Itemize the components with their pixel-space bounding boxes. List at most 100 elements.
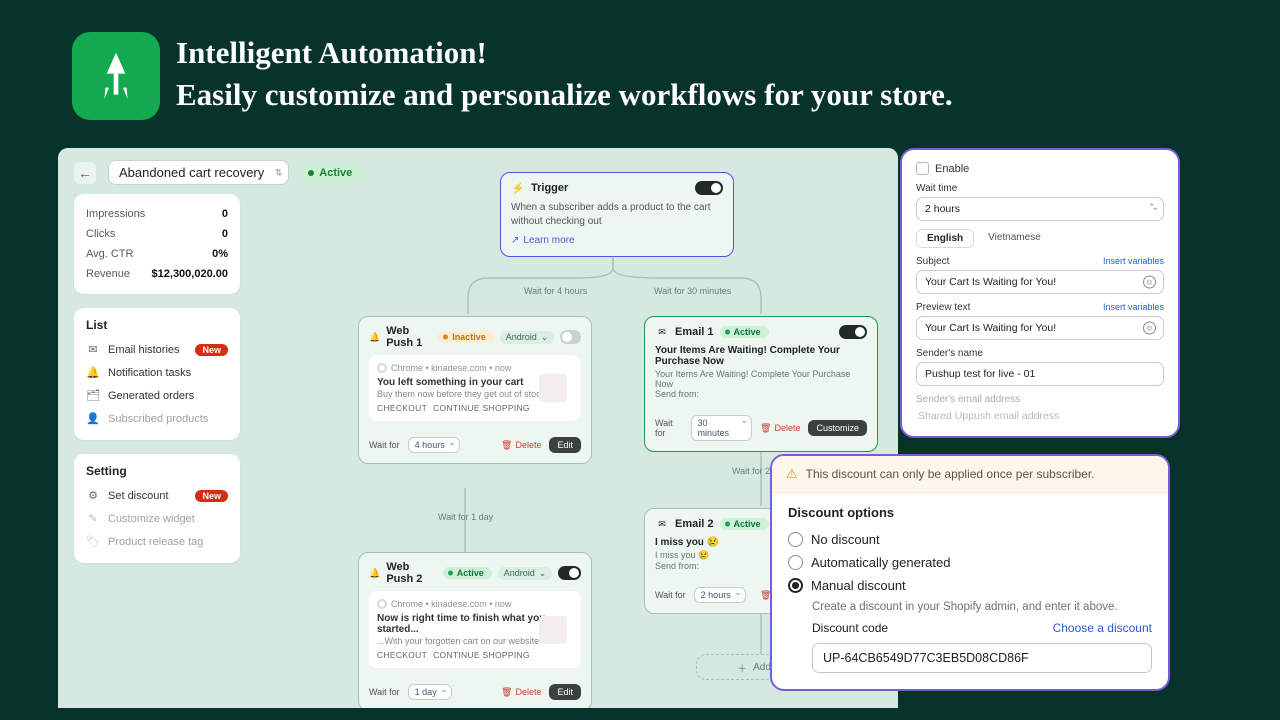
emoji-icon[interactable]: ☺ xyxy=(1143,322,1156,335)
link-label: Learn more xyxy=(523,235,574,246)
subject-input[interactable]: Your Cart Is Waiting for You!☺ xyxy=(916,270,1164,294)
discount-warning: ⚠This discount can only be applied once … xyxy=(772,456,1168,493)
stat-label: Avg. CTR xyxy=(86,248,133,260)
email-sender: Send from: xyxy=(655,389,867,399)
radio-icon xyxy=(788,578,803,593)
app-logo xyxy=(72,32,160,120)
banner-headline: Intelligent Automation! Easily customize… xyxy=(176,32,953,116)
sender-name-input[interactable]: Pushup test for live - 01 xyxy=(916,362,1164,386)
stat-label: Impressions xyxy=(86,208,145,220)
wait-label: Wait for xyxy=(655,590,686,600)
radio-manual-discount[interactable]: Manual discount xyxy=(788,574,1152,597)
delete-button[interactable]: 🗑Delete xyxy=(501,440,541,451)
node-webpush-2[interactable]: 🔔 Web Push 2 Active Android ⌄ Chrome • k… xyxy=(358,552,592,708)
wait-select[interactable]: 30 minutes xyxy=(691,415,753,441)
push-icon: 🔔 xyxy=(369,330,380,344)
delete-button[interactable]: 🗑Delete xyxy=(760,423,800,434)
sidebar-item-generated-orders[interactable]: 🗂Generated orders xyxy=(86,384,228,407)
chrome-icon xyxy=(377,363,387,373)
discount-code-input[interactable]: UP-64CB6549D77C3EB5D08CD86F xyxy=(812,643,1152,673)
customize-button[interactable]: Customize xyxy=(808,420,867,436)
sidebar-item-label: Email histories xyxy=(108,344,180,356)
sidebar-item-notification-tasks[interactable]: 🔔Notification tasks xyxy=(86,361,228,384)
node-title: Trigger xyxy=(531,182,568,194)
checkbox-icon[interactable] xyxy=(916,162,929,175)
node-email-1[interactable]: ✉ Email 1 Active Your Items Are Waiting!… xyxy=(644,316,878,452)
mail-icon: ✉ xyxy=(655,325,669,339)
preview-action[interactable]: CONTINUE SHOPPING xyxy=(433,650,530,660)
sidebar-item-product-release-tag[interactable]: 🏷Product release tag xyxy=(86,530,228,553)
push-preview: Chrome • kinadese.com • now Now is right… xyxy=(369,591,581,668)
toggle-webpush2[interactable] xyxy=(558,566,581,580)
insert-variables-link[interactable]: Insert variables xyxy=(1103,256,1164,266)
stat-value: $12,300,020.00 xyxy=(152,268,228,280)
radio-label: No discount xyxy=(811,532,880,547)
toggle-trigger[interactable] xyxy=(695,181,723,195)
wait-select[interactable]: 4 hours xyxy=(408,437,460,453)
back-button[interactable]: ← xyxy=(74,162,96,184)
radio-auto-generated[interactable]: Automatically generated xyxy=(788,551,1152,574)
wait-time-select[interactable]: 2 hours xyxy=(916,197,1164,221)
banner-line2: Easily customize and personalize workflo… xyxy=(176,74,953,116)
radio-icon xyxy=(788,532,803,547)
field-label-muted: Sender's email address xyxy=(916,394,1164,405)
choose-discount-link[interactable]: Choose a discount xyxy=(1053,621,1152,639)
radio-no-discount[interactable]: No discount xyxy=(788,528,1152,551)
edit-button[interactable]: Edit xyxy=(549,437,581,453)
preview-input[interactable]: Your Cart Is Waiting for You! ☺ xyxy=(916,316,1164,340)
platform-select[interactable]: Android ⌄ xyxy=(498,567,553,580)
wait-select[interactable]: 1 day xyxy=(408,684,452,700)
field-label: Sender's name xyxy=(916,348,1164,359)
bell-icon: 🔔 xyxy=(86,366,100,379)
sidebar-item-label: Set discount xyxy=(108,490,169,502)
radio-label: Automatically generated xyxy=(811,555,950,570)
edge-label: Wait for 30 minutes xyxy=(654,286,731,296)
delete-button[interactable]: 🗑Delete xyxy=(501,687,541,698)
edit-button[interactable]: Edit xyxy=(549,684,581,700)
node-title: Email 2 xyxy=(675,518,714,530)
platform-label: Android xyxy=(506,332,537,342)
sidebar-item-subscribed-products[interactable]: 👤Subscribed products xyxy=(86,407,228,430)
email-editor-panel: Enable Wait time 2 hours English Vietnam… xyxy=(900,148,1180,438)
toggle-email1[interactable] xyxy=(839,325,867,339)
preview-action[interactable]: CHECKOUT xyxy=(377,650,427,660)
person-icon: 👤 xyxy=(86,412,100,425)
chrome-icon xyxy=(377,599,387,609)
node-title: Web Push 1 xyxy=(386,325,432,349)
radio-label: Manual discount xyxy=(811,578,906,593)
external-icon: ↗ xyxy=(511,235,519,246)
enable-checkbox-row[interactable]: Enable xyxy=(916,162,1164,175)
workflow-title: Abandoned cart recovery xyxy=(119,165,264,180)
insert-variables-link[interactable]: Insert variables xyxy=(1103,302,1164,312)
platform-select[interactable]: Android ⌄ xyxy=(500,331,555,344)
tab-english[interactable]: English xyxy=(916,229,974,248)
sidebar-item-customize-widget[interactable]: ✎Customize widget xyxy=(86,507,228,530)
plus-icon: ＋ xyxy=(737,660,747,675)
edit-icon: ✎ xyxy=(86,512,100,525)
mail-icon: ✉ xyxy=(655,517,669,531)
push-icon: 🔔 xyxy=(369,566,380,580)
warning-icon: ⚠ xyxy=(786,466,798,482)
preview-action[interactable]: CHECKOUT xyxy=(377,403,427,413)
trigger-icon: ⚡ xyxy=(511,181,525,195)
field-label: Preview text xyxy=(916,302,970,313)
toggle-webpush1[interactable] xyxy=(560,330,581,344)
wait-label: Wait for xyxy=(655,418,683,438)
sidebar-item-set-discount[interactable]: ⚙Set discountNew xyxy=(86,484,228,507)
preview-action[interactable]: CONTINUE SHOPPING xyxy=(433,403,530,413)
discount-options-panel: ⚠This discount can only be applied once … xyxy=(770,454,1170,691)
edge-label: Wait for 4 hours xyxy=(524,286,587,296)
tab-vietnamese[interactable]: Vietnamese xyxy=(978,229,1051,248)
field-label: Discount code xyxy=(812,621,888,635)
learn-more-link[interactable]: ↗ Learn more xyxy=(511,235,575,246)
node-webpush-1[interactable]: 🔔 Web Push 1 Inactive Android ⌄ Chrome •… xyxy=(358,316,592,464)
stat-value: 0 xyxy=(222,228,228,240)
sidebar-item-email-histories[interactable]: ✉Email historiesNew xyxy=(86,338,228,361)
node-trigger[interactable]: ⚡ Trigger When a subscriber adds a produ… xyxy=(500,172,734,257)
tag-icon: 🏷 xyxy=(86,535,100,548)
wait-select[interactable]: 2 hours xyxy=(694,587,746,603)
field-value: Your Cart Is Waiting for You! xyxy=(925,322,1056,334)
emoji-icon[interactable]: ☺ xyxy=(1143,276,1156,289)
orders-icon: 🗂 xyxy=(86,389,100,402)
settings-card: Setting ⚙Set discountNew ✎Customize widg… xyxy=(74,454,240,563)
